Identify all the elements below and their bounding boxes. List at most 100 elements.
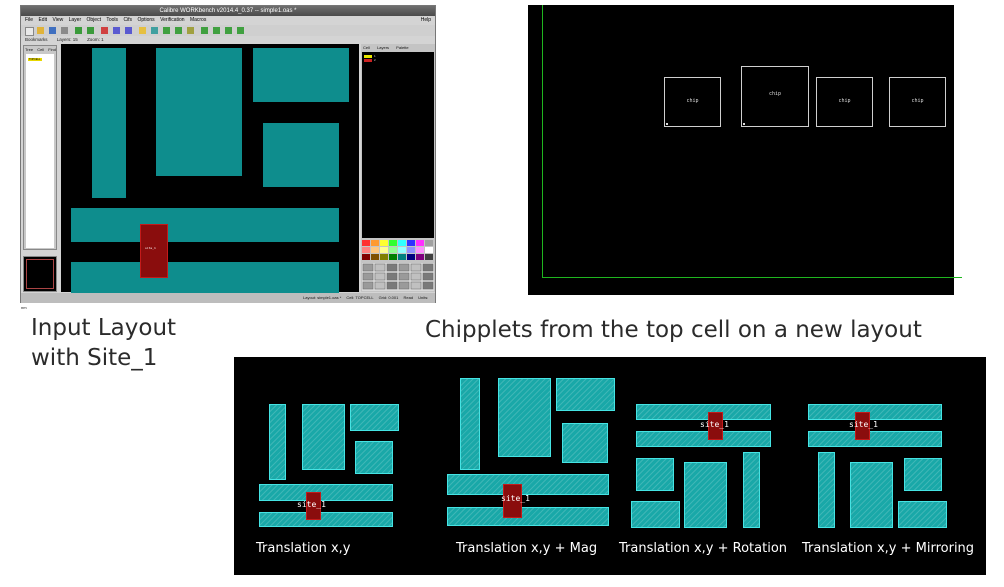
fill-pattern-swatch[interactable] bbox=[398, 272, 410, 281]
shape-bar-upper bbox=[71, 208, 339, 242]
menu-macros[interactable]: Macros bbox=[190, 17, 206, 23]
status-cell: Cell: TOPCELL bbox=[346, 295, 374, 300]
polygon-icon[interactable] bbox=[151, 27, 158, 34]
tab-right-palette[interactable]: Palette bbox=[396, 45, 408, 50]
t3-shape-large bbox=[684, 462, 727, 528]
zoom-out-icon[interactable] bbox=[125, 27, 132, 34]
palette-swatch[interactable] bbox=[416, 254, 424, 260]
menu-edit[interactable]: Edit bbox=[38, 17, 47, 23]
fill-pattern-swatch[interactable] bbox=[410, 272, 422, 281]
menu-verification[interactable]: Verification bbox=[160, 17, 184, 23]
box-icon[interactable] bbox=[175, 27, 182, 34]
t2-shape-top-right bbox=[556, 378, 615, 411]
color-palette[interactable] bbox=[362, 240, 434, 262]
layer-swatch-1[interactable] bbox=[364, 55, 372, 58]
palette-swatch[interactable] bbox=[362, 254, 370, 260]
palette-swatch[interactable] bbox=[371, 254, 379, 260]
palette-swatch[interactable] bbox=[398, 240, 406, 246]
fill-pattern-swatch[interactable] bbox=[362, 272, 374, 281]
fill-pattern-swatch[interactable] bbox=[374, 263, 386, 272]
fill-pattern-swatch[interactable] bbox=[398, 263, 410, 272]
palette-swatch[interactable] bbox=[416, 247, 424, 253]
new-file-icon[interactable] bbox=[25, 27, 34, 36]
fill-pattern-swatch[interactable] bbox=[362, 281, 374, 290]
fill-pattern-swatch[interactable] bbox=[410, 281, 422, 290]
caption-input-layout: Input Layout with Site_1 bbox=[31, 313, 176, 373]
palette-swatch[interactable] bbox=[407, 254, 415, 260]
tab-tree[interactable]: Tree bbox=[25, 47, 33, 52]
menu-bar: File Edit View Layer Object Tools Cifs O… bbox=[21, 16, 435, 25]
fill-pattern-grid[interactable] bbox=[362, 263, 434, 291]
tree-item-label: TOPCELL bbox=[29, 58, 41, 61]
menu-cifs[interactable]: Cifs bbox=[123, 17, 132, 23]
t3-bar-lower bbox=[636, 431, 771, 447]
palette-swatch[interactable] bbox=[416, 240, 424, 246]
menu-help[interactable]: Help bbox=[421, 16, 431, 25]
menu-layer[interactable]: Layer bbox=[69, 17, 82, 23]
redo-icon[interactable] bbox=[87, 27, 94, 34]
palette-swatch[interactable] bbox=[371, 240, 379, 246]
overview-minimap[interactable] bbox=[23, 256, 57, 292]
print-icon[interactable] bbox=[61, 27, 68, 34]
tab-cell[interactable]: Cell bbox=[37, 47, 44, 52]
palette-swatch[interactable] bbox=[371, 247, 379, 253]
select-icon[interactable] bbox=[101, 27, 108, 34]
palette-swatch[interactable] bbox=[398, 247, 406, 253]
fill-pattern-swatch[interactable] bbox=[386, 281, 398, 290]
palette-swatch[interactable] bbox=[362, 240, 370, 246]
chiplet-1: chip bbox=[664, 77, 721, 127]
fill-pattern-swatch[interactable] bbox=[398, 281, 410, 290]
palette-swatch[interactable] bbox=[380, 247, 388, 253]
palette-swatch[interactable] bbox=[398, 254, 406, 260]
tab-find[interactable]: Find bbox=[48, 47, 56, 52]
fill-pattern-swatch[interactable] bbox=[386, 263, 398, 272]
palette-swatch[interactable] bbox=[389, 240, 397, 246]
menu-view[interactable]: View bbox=[52, 17, 63, 23]
fill-pattern-swatch[interactable] bbox=[422, 281, 434, 290]
t4-bar-upper bbox=[808, 404, 942, 420]
layout-canvas[interactable]: site_1 bbox=[61, 44, 359, 295]
rotate-icon[interactable] bbox=[237, 27, 244, 34]
path-icon[interactable] bbox=[163, 27, 170, 34]
palette-swatch[interactable] bbox=[380, 240, 388, 246]
undo-icon[interactable] bbox=[75, 27, 82, 34]
text-icon[interactable] bbox=[187, 27, 194, 34]
open-folder-icon[interactable] bbox=[37, 27, 44, 34]
ruler-icon[interactable] bbox=[139, 27, 146, 34]
layer-swatch-2[interactable] bbox=[364, 59, 372, 62]
zoom-in-icon[interactable] bbox=[113, 27, 120, 34]
palette-swatch[interactable] bbox=[380, 254, 388, 260]
zoom-level: Zoom: 1 bbox=[87, 37, 104, 42]
tab-right-cell[interactable]: Cell bbox=[363, 45, 370, 50]
move-icon[interactable] bbox=[201, 27, 208, 34]
fill-pattern-swatch[interactable] bbox=[422, 272, 434, 281]
chiplet-label: chip bbox=[838, 98, 851, 105]
flip-icon[interactable] bbox=[225, 27, 232, 34]
copy-icon[interactable] bbox=[213, 27, 220, 34]
palette-swatch[interactable] bbox=[425, 254, 433, 260]
layer-list[interactable]: 1 2 bbox=[362, 52, 434, 238]
menu-object[interactable]: Object bbox=[87, 17, 101, 23]
menu-tools[interactable]: Tools bbox=[106, 17, 118, 23]
fill-pattern-swatch[interactable] bbox=[362, 263, 374, 272]
fill-pattern-swatch[interactable] bbox=[374, 281, 386, 290]
palette-swatch[interactable] bbox=[389, 254, 397, 260]
tab-right-layers[interactable]: Layers bbox=[377, 45, 389, 50]
palette-swatch[interactable] bbox=[362, 247, 370, 253]
save-icon[interactable] bbox=[49, 27, 56, 34]
t4-caption: Translation x,y + Mirroring bbox=[802, 541, 975, 556]
fill-pattern-swatch[interactable] bbox=[410, 263, 422, 272]
bookmarks-button[interactable]: Bookmarks bbox=[25, 37, 48, 42]
cell-tree[interactable]: TOPCELL bbox=[26, 54, 54, 248]
palette-swatch[interactable] bbox=[407, 240, 415, 246]
palette-swatch[interactable] bbox=[425, 247, 433, 253]
fill-pattern-swatch[interactable] bbox=[386, 272, 398, 281]
palette-swatch[interactable] bbox=[407, 247, 415, 253]
menu-file[interactable]: File bbox=[25, 17, 33, 23]
menu-options[interactable]: Options bbox=[137, 17, 154, 23]
palette-swatch[interactable] bbox=[389, 247, 397, 253]
t1-shape-tall bbox=[269, 404, 286, 480]
fill-pattern-swatch[interactable] bbox=[422, 263, 434, 272]
fill-pattern-swatch[interactable] bbox=[374, 272, 386, 281]
palette-swatch[interactable] bbox=[425, 240, 433, 246]
